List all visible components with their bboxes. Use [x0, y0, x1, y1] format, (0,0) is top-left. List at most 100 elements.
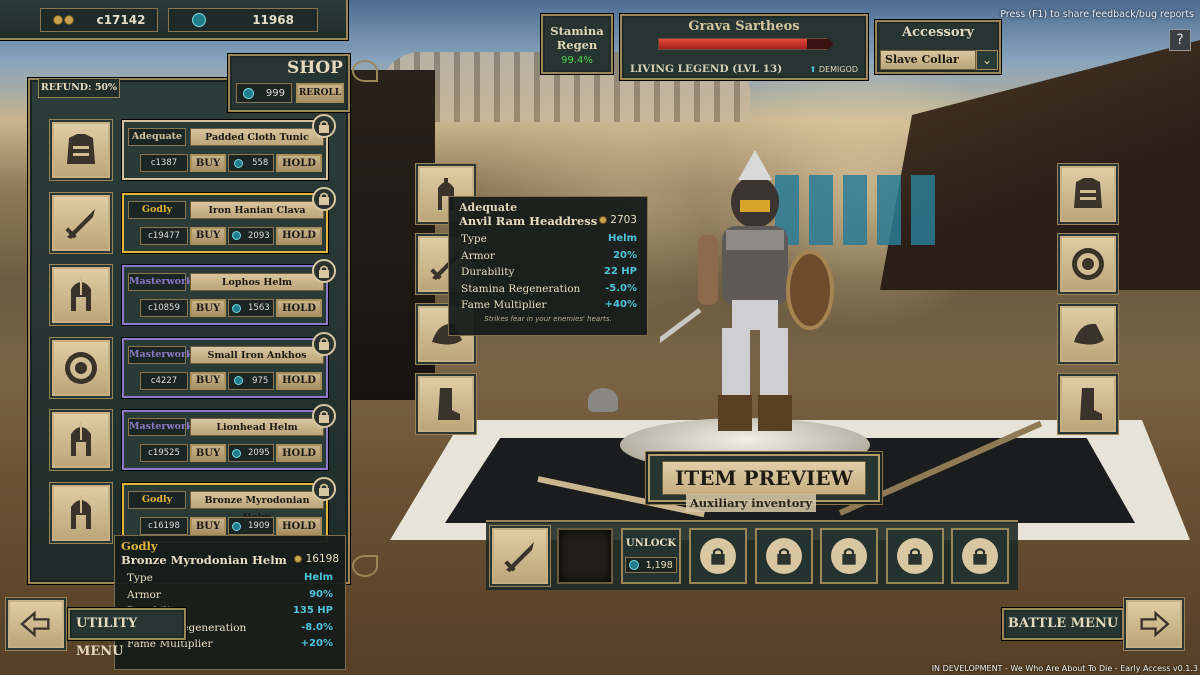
help-button[interactable]: ? [1169, 29, 1191, 51]
arrow-up-icon: ⬆ [809, 65, 817, 74]
banners [775, 175, 935, 245]
sword-icon[interactable] [52, 194, 110, 251]
stat-row: Stamina Regeneration -5.0% [461, 281, 637, 298]
lock-icon[interactable] [312, 114, 336, 138]
item-fame-cost-value: 975 [252, 375, 269, 386]
shield-icon[interactable] [52, 339, 110, 396]
hold-button[interactable]: HOLD [276, 299, 322, 318]
aux-locked-slot[interactable] [885, 528, 944, 584]
equip-slot-arm-right[interactable] [1060, 306, 1116, 362]
stat-value: -8.0% [301, 621, 333, 633]
shop-item-row: Masterwork Small Iron Ankhos c4227 BUY 9… [48, 331, 348, 400]
buy-button[interactable]: BUY [190, 444, 226, 463]
stat-value: -5.0% [605, 282, 637, 294]
stamina-regen-value: 99.4% [561, 55, 593, 66]
tooltip-item-name: Anvil Ram Headdress [459, 214, 598, 228]
fame-laurel-icon [242, 87, 254, 99]
ornament-scroll-icon [352, 60, 378, 82]
reroll-cost-value: 999 [265, 87, 286, 99]
item-fame-cost: 975 [228, 371, 274, 390]
fame-laurel-icon [232, 231, 242, 241]
battle-menu-label: BATTLE MENU [1002, 608, 1124, 640]
accessory-dropdown[interactable]: Slave Collar ⌄ [880, 50, 998, 70]
chevron-down-icon[interactable]: ⌄ [976, 50, 998, 70]
item-name: Small Iron Ankhos [190, 345, 324, 364]
hold-button[interactable]: HOLD [276, 517, 322, 535]
battle-menu-button[interactable]: BATTLE MENU [1002, 600, 1182, 650]
tooltip-price: 16198 [294, 553, 339, 567]
aux-unlock-slot[interactable]: UNLOCK 1,198 [621, 528, 681, 584]
hold-button[interactable]: HOLD [276, 444, 322, 463]
item-coin-cost-value: c19477 [148, 230, 180, 241]
item-name: Iron Hanian Clava [190, 200, 324, 219]
fame-display: 11968 [168, 8, 318, 32]
item-coin-cost: c19477 [140, 226, 188, 245]
arrow-right-icon [1126, 600, 1182, 648]
hold-button[interactable]: HOLD [276, 371, 322, 390]
item-coin-cost: c19525 [140, 444, 188, 463]
lock-icon[interactable] [312, 477, 336, 501]
item-fame-cost: 2095 [228, 444, 274, 463]
health-bar [658, 38, 834, 50]
lock-icon [700, 538, 736, 574]
shop-item-row: Adequate Padded Cloth Tunic c1387 BUY 55… [48, 114, 348, 182]
helmet-icon[interactable] [52, 412, 110, 469]
helmet-icon[interactable] [52, 267, 110, 324]
item-coin-cost: c10859 [140, 299, 188, 318]
chest-armor-icon[interactable] [52, 122, 110, 178]
buy-button[interactable]: BUY [190, 299, 226, 318]
buy-button[interactable]: BUY [190, 226, 226, 245]
equip-slot-legs-right[interactable] [1060, 376, 1116, 432]
accessory-selected[interactable]: Slave Collar [880, 50, 976, 70]
aux-slot-2-empty[interactable] [557, 528, 613, 584]
buy-button[interactable]: BUY [190, 154, 226, 172]
aux-locked-slot[interactable] [820, 528, 878, 584]
item-fame-cost: 1563 [228, 299, 274, 318]
lock-icon[interactable] [312, 404, 336, 429]
stat-label: Type [127, 572, 153, 584]
helmet-prop [588, 388, 618, 412]
item-fame-cost: 1909 [228, 517, 274, 535]
hold-button[interactable]: HOLD [276, 226, 322, 245]
equip-slot-chest[interactable] [1060, 166, 1116, 222]
lock-icon[interactable] [312, 186, 336, 211]
buy-button[interactable]: BUY [190, 517, 226, 535]
fame-laurel-icon [629, 560, 640, 570]
unlock-label: UNLOCK [625, 538, 677, 549]
utility-menu-label: UTILITY MENU [68, 608, 186, 659]
item-name: Padded Cloth Tunic [190, 128, 324, 146]
aux-locked-slot[interactable] [754, 528, 813, 584]
gladiator-tier-label: DEMIGOD [818, 65, 858, 74]
refund-badge: REFUND: 50% [38, 78, 120, 98]
stat-label: Durability [461, 266, 515, 278]
buy-button[interactable]: BUY [190, 371, 226, 390]
item-fame-cost-value: 2095 [248, 448, 270, 459]
item-name: Lophos Helm [190, 273, 324, 292]
aux-locked-slot[interactable] [951, 528, 1009, 584]
aux-locked-slot[interactable] [689, 528, 747, 584]
stat-value: Helm [608, 233, 637, 244]
helmet-icon[interactable] [52, 485, 110, 541]
reroll-button[interactable]: REROLL [296, 83, 344, 103]
lock-icon [765, 538, 802, 574]
item-quality: Godly [128, 491, 186, 509]
stat-row: Type Helm [461, 231, 637, 248]
lock-icon[interactable] [312, 331, 336, 356]
aux-slot-1[interactable] [492, 528, 548, 584]
shop-item-list: Adequate Padded Cloth Tunic c1387 BUY 55… [48, 114, 348, 550]
stat-value: Helm [304, 572, 333, 583]
equip-slot-shield[interactable] [1060, 236, 1116, 292]
equip-slot-legs[interactable] [418, 376, 474, 432]
shop-item-row: Masterwork Lionhead Helm c19525 BUY 2095… [48, 404, 348, 472]
feedback-hint: Press (F1) to share feedback/bug reports [1000, 9, 1194, 20]
lock-icon[interactable] [312, 259, 336, 284]
item-coin-cost-value: c10859 [148, 303, 180, 314]
stamina-regen-panel: Stamina Regen 99.4% [541, 14, 613, 74]
reroll-cost: 999 [236, 83, 292, 103]
stamina-regen-label: Stamina Regen [550, 24, 604, 52]
gladiator-tier: ⬆ DEMIGOD [810, 65, 858, 74]
hold-button[interactable]: HOLD [276, 154, 322, 172]
tooltip-stats: Type Helm Armor 20% Durability 22 HP Stamina R… [459, 231, 637, 314]
utility-menu-button[interactable]: UTILITY MENU [8, 600, 186, 659]
shop-item-row: Masterwork Lophos Helm c10859 BUY 1563 H… [48, 259, 348, 327]
